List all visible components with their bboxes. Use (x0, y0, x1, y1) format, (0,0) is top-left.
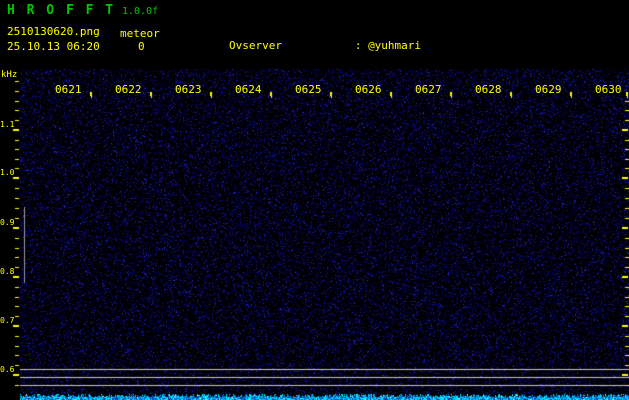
freq-tick-label: 0.8 (0, 267, 15, 276)
time-tick-label: 0625 (295, 83, 322, 96)
time-tick-label: 0623 (175, 83, 202, 96)
freq-tick-label: 1.1 (0, 120, 15, 129)
freq-tick-label: 1.0 (0, 168, 15, 177)
spectrogram-plot: kHz 1.1 1.0 0.9 0.8 0.7 0.6 0621 0622 06… (0, 68, 629, 400)
time-tick-label: 0622 (115, 83, 142, 96)
info-sep: : (354, 39, 369, 53)
output-filename: 2510130620.png (7, 25, 100, 38)
datetime-stamp: 25.10.13 06:20 (7, 40, 100, 53)
meteor-label: meteor (120, 27, 160, 40)
time-tick-label: 0629 (535, 83, 562, 96)
time-tick-label: 0621 (55, 83, 82, 96)
freq-tick-label: 0.6 (0, 365, 15, 374)
meteor-count: 0 (138, 40, 145, 53)
app-title: H R O F F T (7, 3, 116, 18)
hrofft-screen: H R O F F T 1.0.0f 2510130620.png meteor… (0, 0, 629, 400)
time-tick-label: 0626 (355, 83, 382, 96)
info-line-observer: Ovserver: @yuhmari (176, 28, 629, 66)
freq-tick-label: 0.7 (0, 316, 15, 325)
freq-axis-unit: kHz (1, 70, 18, 80)
spectrogram-canvas (0, 68, 629, 400)
time-tick-label: 0630 (595, 83, 622, 96)
time-tick-label: 0624 (235, 83, 262, 96)
info-label: Ovserver (228, 39, 282, 53)
freq-tick-label: 0.9 (0, 218, 15, 227)
time-tick-label: 0627 (415, 83, 442, 96)
time-tick-label: 0628 (475, 83, 502, 96)
app-version: 1.0.0f (122, 6, 159, 17)
info-value: @yuhmari (368, 39, 422, 53)
